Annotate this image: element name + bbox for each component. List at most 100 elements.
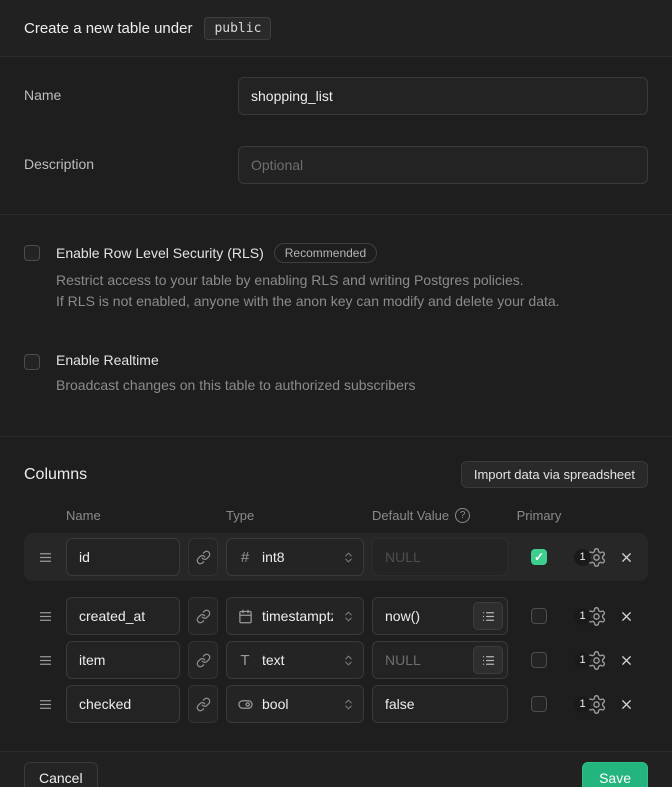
column-name-input[interactable] — [66, 538, 180, 576]
columns-title: Columns — [24, 466, 87, 484]
drag-handle-icon[interactable] — [38, 697, 58, 712]
save-button[interactable]: Save — [582, 762, 648, 787]
header-name: Name — [66, 508, 180, 523]
calendar-icon — [237, 609, 253, 624]
drag-handle-icon[interactable] — [38, 653, 58, 668]
columns-rows: # int8 1 — [24, 533, 648, 723]
name-field-row: Name — [24, 77, 648, 115]
close-icon — [619, 550, 634, 565]
chevrons-up-down-icon — [342, 551, 355, 564]
hash-icon: # — [237, 549, 253, 566]
suggestions-button[interactable] — [473, 602, 503, 630]
close-icon — [619, 697, 634, 712]
rls-checkbox[interactable] — [24, 245, 40, 261]
foreign-key-button[interactable] — [188, 641, 218, 679]
column-type-select[interactable]: timestamptz — [226, 597, 364, 635]
realtime-text: Enable Realtime Broadcast changes on thi… — [56, 352, 416, 396]
column-row: T text 1 — [24, 641, 648, 679]
realtime-option: Enable Realtime Broadcast changes on thi… — [24, 352, 648, 396]
default-value-input[interactable] — [372, 685, 508, 723]
column-row: # int8 1 — [24, 533, 648, 581]
realtime-label: Enable Realtime — [56, 352, 159, 368]
schema-badge: public — [204, 17, 271, 40]
drag-handle-icon[interactable] — [38, 550, 58, 565]
link-icon — [196, 609, 211, 624]
columns-header-row: Name Type Default Value Primary — [24, 508, 648, 523]
chevrons-up-down-icon — [342, 654, 355, 667]
rls-label: Enable Row Level Security (RLS) — [56, 245, 264, 261]
remove-column-button[interactable] — [619, 653, 634, 668]
column-type-select[interactable]: T text — [226, 641, 364, 679]
column-type-label: timestamptz — [262, 608, 333, 624]
import-spreadsheet-button[interactable]: Import data via spreadsheet — [461, 461, 648, 488]
rls-text: Enable Row Level Security (RLS) Recommen… — [56, 243, 560, 312]
default-value-field — [372, 685, 508, 723]
column-row: timestamptz 1 — [24, 597, 648, 635]
column-type-select[interactable]: # int8 — [226, 538, 364, 576]
chevrons-up-down-icon — [342, 610, 355, 623]
column-settings-button[interactable]: 1 — [574, 694, 607, 715]
create-table-dialog: Create a new table under public Name Des… — [0, 0, 672, 787]
help-icon[interactable] — [455, 508, 470, 523]
primary-checkbox[interactable] — [531, 696, 547, 712]
column-type-label: bool — [262, 696, 333, 712]
table-name-input[interactable] — [238, 77, 648, 115]
list-icon — [481, 609, 496, 624]
table-description-input[interactable] — [238, 146, 648, 184]
name-label: Name — [24, 77, 238, 103]
dialog-header: Create a new table under public — [0, 0, 672, 57]
column-name-input[interactable] — [66, 597, 180, 635]
column-settings-button[interactable]: 1 — [574, 606, 607, 627]
rls-description: Restrict access to your table by enablin… — [56, 270, 560, 312]
columns-section: Columns Import data via spreadsheet Name… — [0, 437, 672, 751]
default-value-field — [372, 641, 508, 679]
column-row: bool 1 — [24, 685, 648, 723]
recommended-badge: Recommended — [274, 243, 377, 263]
header-type: Type — [226, 508, 364, 523]
link-icon — [196, 697, 211, 712]
realtime-description: Broadcast changes on this table to autho… — [56, 375, 416, 396]
toggle-icon — [237, 697, 253, 712]
default-value-input[interactable] — [372, 538, 508, 576]
remove-column-button[interactable] — [619, 609, 634, 624]
suggestions-button[interactable] — [473, 646, 503, 674]
link-icon — [196, 550, 211, 565]
default-value-field — [372, 597, 508, 635]
primary-checkbox[interactable] — [531, 652, 547, 668]
foreign-key-button[interactable] — [188, 597, 218, 635]
list-icon — [481, 653, 496, 668]
link-icon — [196, 653, 211, 668]
text-icon: T — [237, 652, 253, 669]
column-name-input[interactable] — [66, 641, 180, 679]
column-type-label: text — [262, 652, 333, 668]
header-primary: Primary — [516, 508, 562, 523]
column-settings-button[interactable]: 1 — [574, 650, 607, 671]
remove-column-button[interactable] — [619, 550, 634, 565]
primary-checkbox[interactable] — [531, 549, 547, 565]
settings-count-badge: 1 — [574, 549, 591, 566]
foreign-key-button[interactable] — [188, 538, 218, 576]
primary-checkbox[interactable] — [531, 608, 547, 624]
realtime-checkbox[interactable] — [24, 354, 40, 370]
column-type-label: int8 — [262, 549, 333, 565]
remove-column-button[interactable] — [619, 697, 634, 712]
settings-count-badge: 1 — [574, 652, 591, 669]
cancel-button[interactable]: Cancel — [24, 762, 98, 787]
drag-handle-icon[interactable] — [38, 609, 58, 624]
description-field-row: Description — [24, 146, 648, 184]
chevrons-up-down-icon — [342, 698, 355, 711]
column-type-select[interactable]: bool — [226, 685, 364, 723]
column-name-input[interactable] — [66, 685, 180, 723]
dialog-footer: Cancel Save — [0, 751, 672, 787]
header-default-value: Default Value — [372, 508, 508, 523]
dialog-title: Create a new table under — [24, 20, 192, 37]
options-section: Enable Row Level Security (RLS) Recommen… — [0, 215, 672, 437]
description-label: Description — [24, 146, 238, 172]
settings-count-badge: 1 — [574, 608, 591, 625]
rls-option: Enable Row Level Security (RLS) Recommen… — [24, 243, 648, 312]
settings-count-badge: 1 — [574, 696, 591, 713]
table-info-section: Name Description — [0, 57, 672, 215]
foreign-key-button[interactable] — [188, 685, 218, 723]
column-settings-button[interactable]: 1 — [574, 547, 607, 568]
close-icon — [619, 653, 634, 668]
